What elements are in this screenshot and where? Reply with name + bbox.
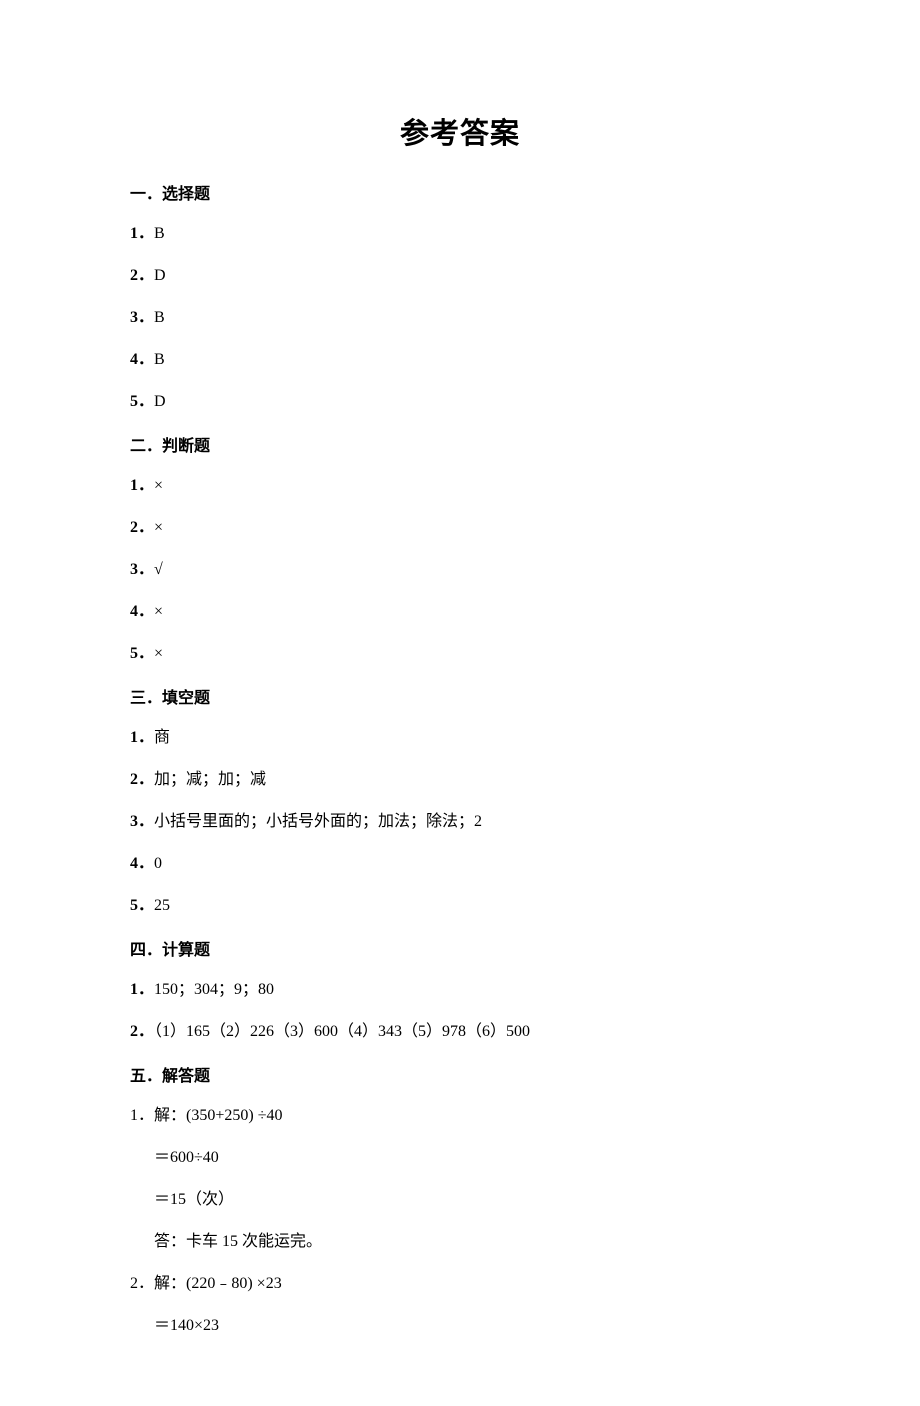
- item-value: 小括号里面的；小括号外面的；加法；除法；2: [154, 813, 482, 830]
- item-number: 5．: [130, 897, 154, 914]
- item-value: 加；减；加；减: [154, 771, 266, 788]
- item-value: B: [154, 351, 165, 368]
- s1-item-3: 3．B: [130, 306, 790, 330]
- section-2-header: 二．判断题: [130, 432, 790, 456]
- section-1-header: 一．选择题: [130, 180, 790, 204]
- item-number: 1．: [130, 477, 154, 494]
- s2-item-5: 5．×: [130, 642, 790, 666]
- solution-text: 解：(220﹣80) ×23: [154, 1275, 282, 1292]
- item-value: ×: [154, 477, 163, 494]
- item-number: 3．: [130, 309, 154, 326]
- item-number: 2．: [130, 1023, 154, 1040]
- item-value: ×: [154, 603, 163, 620]
- section-4-header: 四．计算题: [130, 936, 790, 960]
- item-value: 0: [154, 855, 162, 872]
- s1-item-5: 5．D: [130, 390, 790, 414]
- item-value: 商: [154, 729, 170, 746]
- item-number: 2．: [130, 771, 154, 788]
- item-number: 1．: [130, 729, 154, 746]
- item-value: ×: [154, 519, 163, 536]
- item-number: 1．: [130, 225, 154, 242]
- item-number: 1．: [130, 981, 154, 998]
- s5-problem-2-line2: ＝140×23: [130, 1314, 790, 1338]
- item-value: √: [154, 561, 163, 578]
- section-5-header: 五．解答题: [130, 1062, 790, 1086]
- s3-item-5: 5．25: [130, 894, 790, 918]
- item-value: 150；304；9；80: [154, 981, 274, 998]
- s3-item-4: 4．0: [130, 852, 790, 876]
- item-value: D: [154, 393, 166, 410]
- item-number: 3．: [130, 813, 154, 830]
- s3-item-1: 1．商: [130, 726, 790, 750]
- s2-item-2: 2．×: [130, 516, 790, 540]
- s5-problem-1-line2: ＝600÷40: [130, 1146, 790, 1170]
- item-value: D: [154, 267, 166, 284]
- item-number: 5．: [130, 393, 154, 410]
- s4-item-1: 1．150；304；9；80: [130, 978, 790, 1002]
- item-number: 1．: [130, 1107, 154, 1124]
- solution-text: 解：(350+250) ÷40: [154, 1107, 282, 1124]
- item-number: 4．: [130, 603, 154, 620]
- item-number: 4．: [130, 855, 154, 872]
- s3-item-2: 2．加；减；加；减: [130, 768, 790, 792]
- s5-problem-1-line3: ＝15（次）: [130, 1188, 790, 1212]
- s1-item-4: 4．B: [130, 348, 790, 372]
- item-value: ×: [154, 645, 163, 662]
- s5-problem-2-line1: 2．解：(220﹣80) ×23: [130, 1272, 790, 1296]
- item-value: B: [154, 225, 165, 242]
- section-3-header: 三．填空题: [130, 684, 790, 708]
- s2-item-1: 1．×: [130, 474, 790, 498]
- s1-item-2: 2．D: [130, 264, 790, 288]
- item-number: 3．: [130, 561, 154, 578]
- item-value: B: [154, 309, 165, 326]
- item-number: 2．: [130, 267, 154, 284]
- s2-item-4: 4．×: [130, 600, 790, 624]
- s5-problem-1-line4: 答：卡车 15 次能运完。: [130, 1230, 790, 1254]
- s3-item-3: 3．小括号里面的；小括号外面的；加法；除法；2: [130, 810, 790, 834]
- s4-item-2: 2．（1）165（2）226（3）600（4）343（5）978（6）500: [130, 1020, 790, 1044]
- item-number: 5．: [130, 645, 154, 662]
- s1-item-1: 1．B: [130, 222, 790, 246]
- item-value: 25: [154, 897, 170, 914]
- page-title: 参考答案: [130, 110, 790, 152]
- item-number: 2．: [130, 519, 154, 536]
- item-value: （1）165（2）226（3）600（4）343（5）978（6）500: [154, 1023, 530, 1040]
- item-number: 4．: [130, 351, 154, 368]
- s5-problem-1-line1: 1．解：(350+250) ÷40: [130, 1104, 790, 1128]
- s2-item-3: 3．√: [130, 558, 790, 582]
- item-number: 2．: [130, 1275, 154, 1292]
